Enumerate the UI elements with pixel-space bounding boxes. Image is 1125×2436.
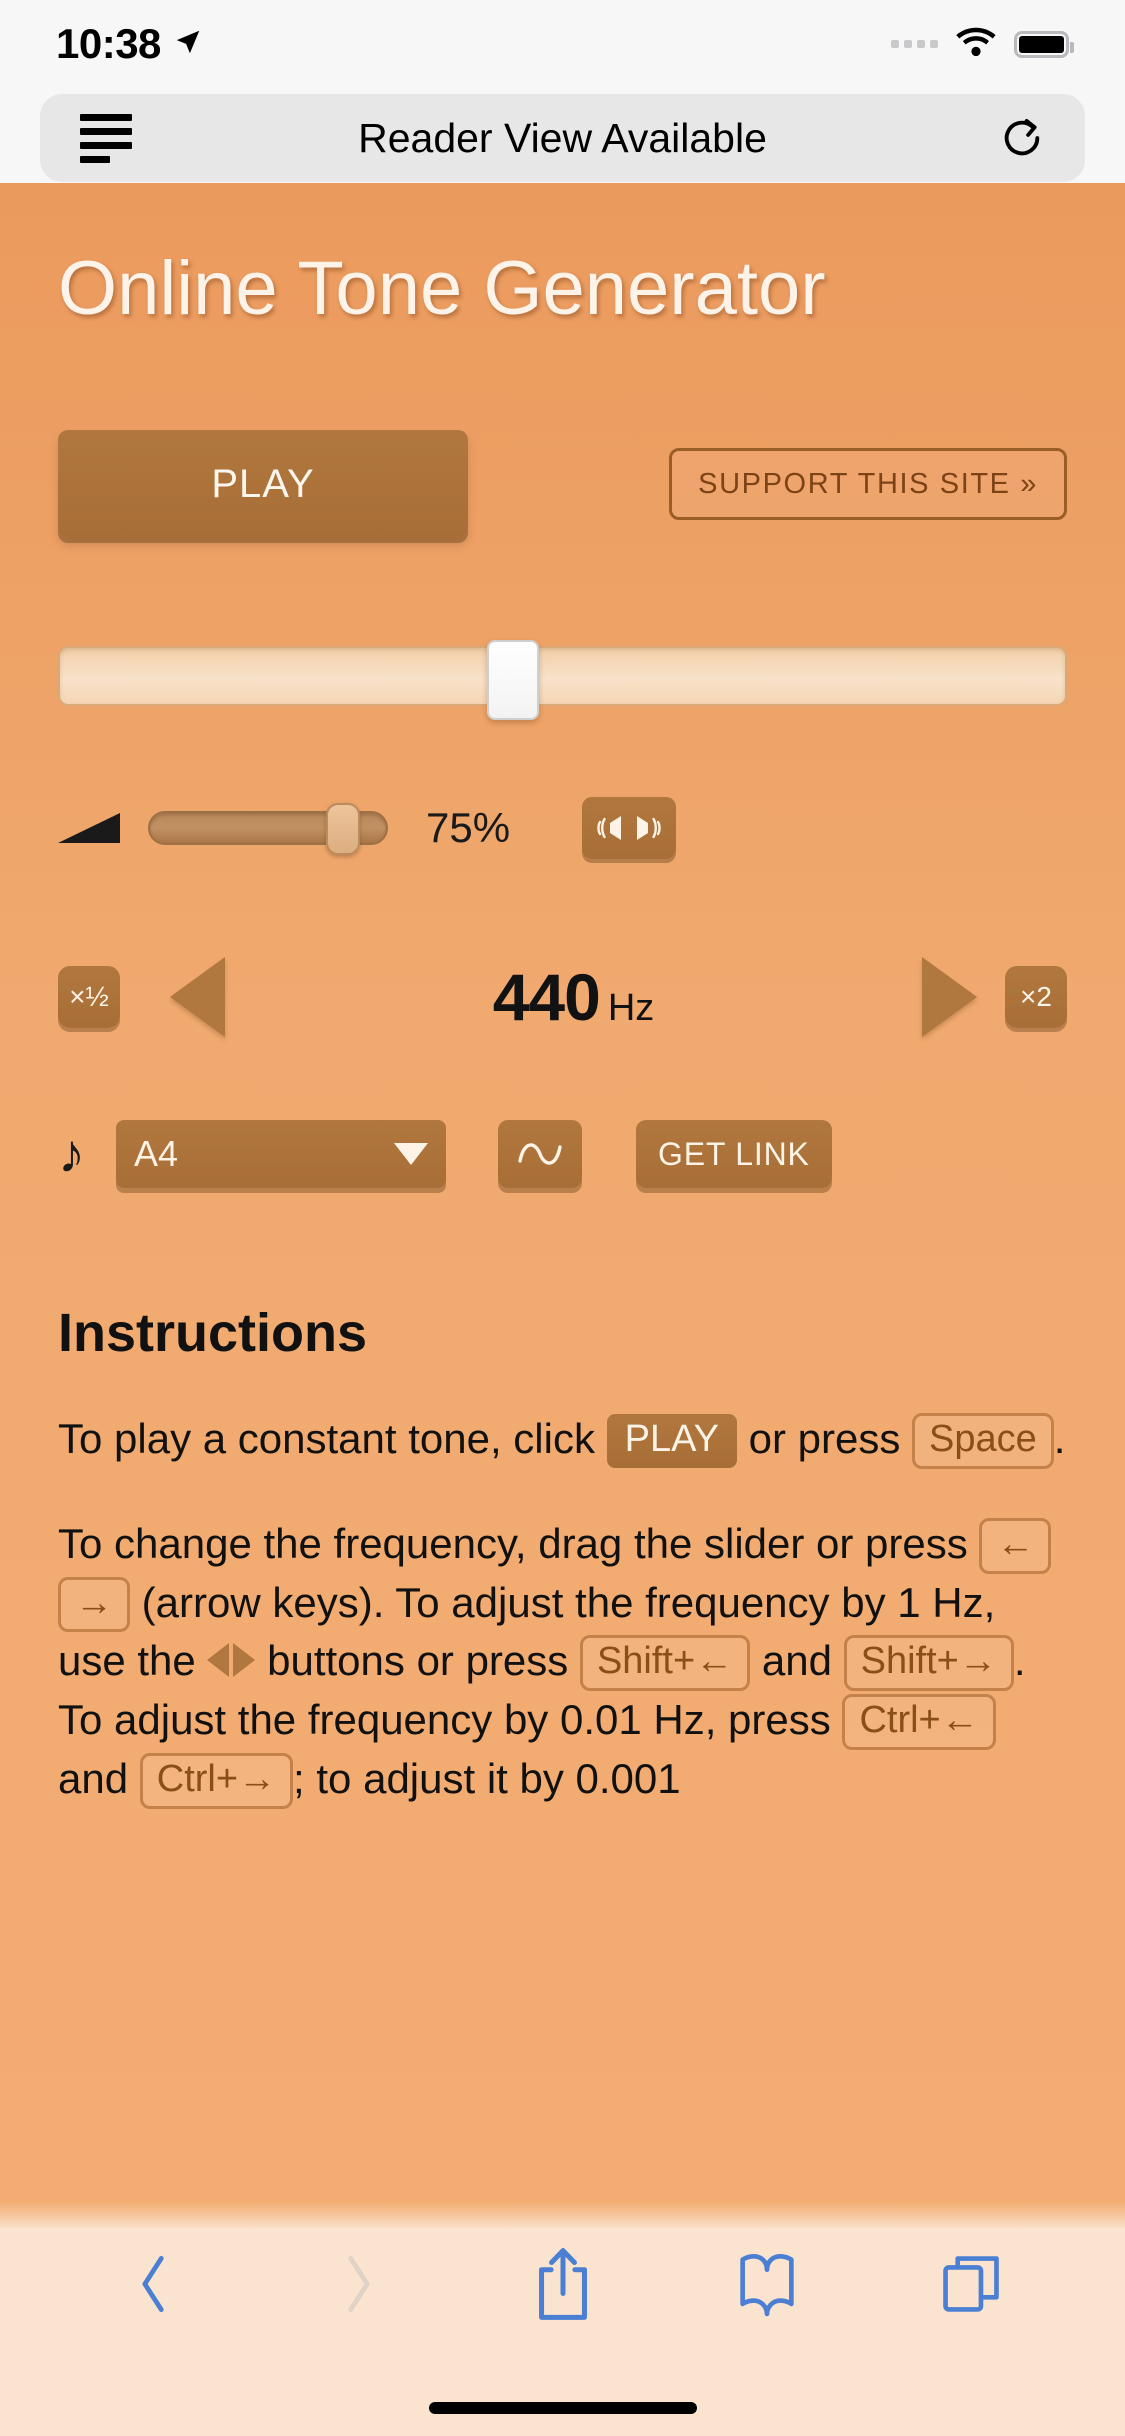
instructions-paragraph-1: To play a constant tone, click PLAY or p… [58, 1410, 1067, 1469]
kbd-ctrl-right: Ctrl+→ [139, 1753, 294, 1809]
reload-icon[interactable] [999, 115, 1045, 161]
home-indicator [428, 2402, 697, 2414]
status-bar-time: 10:38 [56, 20, 161, 67]
kbd-shift-right: Shift+→ [843, 1635, 1014, 1692]
kbd-play: PLAY [606, 1414, 737, 1468]
share-button[interactable] [460, 2228, 664, 2340]
kbd-arrow-left: ← [979, 1517, 1052, 1574]
volume-slider-thumb[interactable] [325, 803, 360, 855]
play-button[interactable]: PLAY [58, 430, 468, 538]
web-page-content: Online Tone Generator PLAY SUPPORT THIS … [0, 183, 1125, 2228]
get-link-button[interactable]: GET LINK [636, 1120, 832, 1188]
forward-button[interactable] [256, 2228, 460, 2340]
location-arrow-icon [173, 27, 203, 62]
triangle-right-icon[interactable] [922, 957, 977, 1037]
instr-p1-text-1: To play a constant tone, click [58, 1415, 607, 1462]
kbd-arrow-right: → [58, 1576, 130, 1633]
double-frequency-button[interactable]: ×2 [1005, 966, 1067, 1028]
instructions-paragraph-2: To change the frequency, drag the slider… [58, 1515, 1067, 1809]
browser-top-bar: Reader View Available [0, 88, 1125, 183]
instr-p2-text-3: buttons or press [255, 1637, 580, 1685]
frequency-slider[interactable] [58, 640, 1067, 720]
browser-toolbar [0, 2228, 1125, 2340]
support-this-site-button[interactable]: SUPPORT THIS SITE » [669, 448, 1067, 520]
instr-p2-text-4: and [750, 1637, 844, 1685]
wifi-icon [954, 26, 998, 63]
note-select-value: A4 [134, 1133, 179, 1174]
frequency-readout: 440 Hz [225, 959, 922, 1035]
reader-view-icon[interactable] [80, 113, 132, 163]
instr-p2-text-6: and [58, 1755, 140, 1803]
page-title: Online Tone Generator [58, 246, 826, 331]
triangle-left-icon[interactable] [170, 957, 225, 1037]
cellular-dots-icon [891, 40, 938, 48]
triangle-right-inline-icon [233, 1643, 256, 1678]
note-row: ♪ A4 GET LINK [58, 1118, 1067, 1190]
address-bar[interactable]: Reader View Available [40, 94, 1085, 182]
primary-controls-row: PLAY SUPPORT THIS SITE » [58, 430, 1067, 538]
tabs-button[interactable] [869, 2228, 1073, 2340]
battery-full-icon [1014, 30, 1074, 58]
caret-down-icon [394, 1143, 428, 1165]
status-bar: 10:38 [0, 0, 1125, 88]
note-select[interactable]: A4 [116, 1120, 446, 1188]
toolbar-fade [0, 2202, 1125, 2230]
volume-row: 75% [58, 792, 1067, 864]
frequency-unit: Hz [607, 987, 655, 1029]
back-button[interactable] [52, 2228, 256, 2340]
instr-p1-text-2: or press [736, 1415, 913, 1462]
frequency-slider-thumb[interactable] [486, 640, 539, 720]
frequency-slider-track[interactable] [58, 646, 1067, 706]
instructions-heading: Instructions [58, 1303, 368, 1363]
browser-bottom-bar [0, 2202, 1125, 2436]
halve-frequency-button[interactable]: ×½ [58, 966, 120, 1028]
instr-p2-text-1: To change the frequency, drag the slider… [58, 1519, 980, 1567]
music-note-icon: ♪ [58, 1124, 85, 1184]
kbd-space: Space [912, 1413, 1054, 1469]
instr-p1-text-3: . [1053, 1415, 1066, 1462]
address-bar-title: Reader View Available [358, 114, 767, 161]
instr-p2-text-7: ; to adjust it by 0.001 [293, 1755, 681, 1803]
status-bar-indicators [891, 26, 1074, 63]
kbd-shift-left: Shift+← [579, 1635, 751, 1692]
stereo-balance-button[interactable] [582, 797, 677, 859]
waveform-button[interactable] [498, 1120, 582, 1188]
bookmarks-button[interactable] [665, 2228, 869, 2340]
kbd-ctrl-left: Ctrl+← [842, 1694, 996, 1751]
volume-triangle-icon [58, 813, 120, 843]
volume-slider[interactable] [148, 803, 388, 855]
triangle-left-inline-icon [207, 1643, 230, 1678]
frequency-value: 440 [492, 960, 601, 1034]
frequency-row: ×½ 440 Hz ×2 [58, 942, 1067, 1052]
volume-value-label: 75% [426, 804, 511, 851]
